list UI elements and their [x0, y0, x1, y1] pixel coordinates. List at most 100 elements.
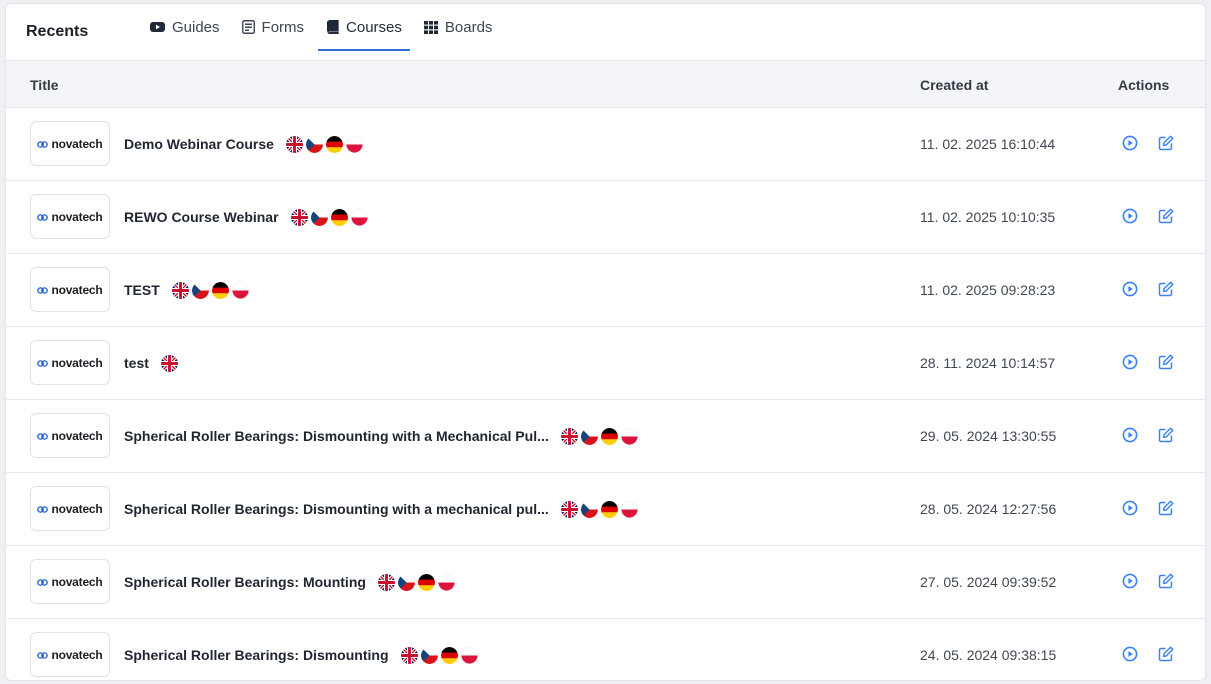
brand-name: novatech — [51, 428, 103, 443]
course-title[interactable]: TEST — [124, 282, 160, 298]
flag-cz-icon — [310, 208, 328, 226]
edit-icon[interactable] — [1157, 499, 1175, 517]
flag-pl-icon — [350, 208, 368, 226]
created-at: 11. 02. 2025 09:28:23 — [920, 282, 1056, 298]
flag-gb-icon — [160, 354, 178, 372]
tab-label: Boards — [444, 18, 493, 36]
flag-gb-icon — [285, 135, 303, 153]
course-title[interactable]: Spherical Roller Bearings: Mounting — [124, 574, 366, 590]
brand-logo-icon — [37, 575, 49, 589]
flag-pl-icon — [437, 573, 455, 591]
play-icon[interactable] — [1121, 572, 1139, 590]
play-icon[interactable] — [1121, 280, 1139, 298]
flag-de-icon — [325, 135, 343, 153]
table-row[interactable]: novatech test 28. 11. 2024 10:14:57 — [6, 327, 1205, 400]
tab-label: Courses — [346, 18, 402, 36]
course-thumbnail: novatech — [30, 559, 110, 604]
edit-icon[interactable] — [1157, 134, 1175, 152]
edit-icon[interactable] — [1157, 645, 1175, 663]
tab-guides[interactable]: Guides — [142, 5, 228, 51]
flag-pl-icon — [460, 646, 478, 664]
course-list: novatech Demo Webinar Course 11. 02. 2025 … — [6, 108, 1205, 680]
table-row[interactable]: novatech Spherical Roller Bearings: Mount… — [6, 546, 1205, 619]
table-row[interactable]: novatech Spherical Roller Bearings: Dismo… — [6, 619, 1205, 680]
page-title: Recents — [26, 23, 89, 40]
flag-cz-icon — [580, 427, 598, 445]
column-actions: Actions — [1118, 77, 1170, 93]
flag-gb-icon — [171, 281, 189, 299]
course-title-cell: test — [124, 327, 178, 399]
course-thumbnail: novatech — [30, 486, 110, 531]
flag-cz-icon — [191, 281, 209, 299]
flag-cz-icon — [420, 646, 438, 664]
tab-courses[interactable]: Courses — [318, 5, 410, 51]
language-flags — [171, 281, 249, 299]
play-icon[interactable] — [1121, 207, 1139, 225]
brand-name: novatech — [51, 209, 103, 224]
course-thumbnail: novatech — [30, 413, 110, 458]
course-title[interactable]: Demo Webinar Course — [124, 136, 274, 152]
course-title-cell: Demo Webinar Course — [124, 108, 363, 180]
flag-gb-icon — [377, 573, 395, 591]
tab-bar: Guides Forms Courses Boards — [142, 4, 506, 60]
flag-cz-icon — [580, 500, 598, 518]
column-title[interactable]: Title — [30, 77, 59, 93]
flag-pl-icon — [345, 135, 363, 153]
edit-icon[interactable] — [1157, 426, 1175, 444]
course-title[interactable]: test — [124, 355, 149, 371]
table-row[interactable]: novatech TEST 11. 02. 2025 09:28:23 — [6, 254, 1205, 327]
brand-logo-icon — [37, 356, 49, 370]
course-title[interactable]: REWO Course Webinar — [124, 209, 279, 225]
created-at: 28. 11. 2024 10:14:57 — [920, 355, 1056, 371]
brand-logo-icon — [37, 429, 49, 443]
play-icon[interactable] — [1121, 499, 1139, 517]
flag-de-icon — [417, 573, 435, 591]
brand-logo-icon — [37, 137, 49, 151]
tab-label: Forms — [261, 18, 305, 36]
brand-logo-icon — [37, 210, 49, 224]
flag-de-icon — [440, 646, 458, 664]
play-icon[interactable] — [1121, 134, 1139, 152]
course-title-cell: Spherical Roller Bearings: Dismounting w… — [124, 473, 638, 545]
brand-logo-icon — [37, 502, 49, 516]
tab-boards[interactable]: Boards — [416, 5, 501, 51]
table-row[interactable]: novatech Demo Webinar Course 11. 02. 2025 … — [6, 108, 1205, 181]
flag-de-icon — [330, 208, 348, 226]
tab-label: Guides — [172, 18, 220, 36]
language-flags — [560, 500, 638, 518]
flag-de-icon — [211, 281, 229, 299]
language-flags — [377, 573, 455, 591]
brand-name: novatech — [51, 136, 103, 151]
course-thumbnail: novatech — [30, 632, 110, 677]
course-title[interactable]: Spherical Roller Bearings: Dismounting w… — [124, 501, 549, 517]
course-title[interactable]: Spherical Roller Bearings: Dismounting w… — [124, 428, 549, 444]
table-row[interactable]: novatech REWO Course Webinar 11. 02. 2025 … — [6, 181, 1205, 254]
column-created-at[interactable]: Created at — [920, 77, 988, 93]
tab-forms[interactable]: Forms — [234, 5, 313, 51]
table-row[interactable]: novatech Spherical Roller Bearings: Dismo… — [6, 400, 1205, 473]
edit-icon[interactable] — [1157, 280, 1175, 298]
flag-de-icon — [600, 427, 618, 445]
created-at: 11. 02. 2025 16:10:44 — [920, 136, 1056, 152]
edit-icon[interactable] — [1157, 207, 1175, 225]
edit-icon[interactable] — [1157, 572, 1175, 590]
course-title[interactable]: Spherical Roller Bearings: Dismounting — [124, 647, 389, 663]
flag-gb-icon — [560, 500, 578, 518]
flag-pl-icon — [620, 427, 638, 445]
grid-icon — [423, 20, 438, 34]
course-title-cell: Spherical Roller Bearings: Mounting — [124, 546, 455, 618]
edit-icon[interactable] — [1157, 353, 1175, 371]
recents-card: Recents Guides Forms Courses Boards Title C… — [5, 3, 1206, 681]
created-at: 24. 05. 2024 09:38:15 — [920, 647, 1057, 663]
course-title-cell: REWO Course Webinar — [124, 181, 368, 253]
brand-name: novatech — [51, 574, 103, 589]
play-icon[interactable] — [1121, 426, 1139, 444]
language-flags — [160, 354, 178, 372]
table-row[interactable]: novatech Spherical Roller Bearings: Dismo… — [6, 473, 1205, 546]
youtube-icon — [150, 21, 165, 33]
created-at: 29. 05. 2024 13:30:55 — [920, 428, 1057, 444]
flag-pl-icon — [620, 500, 638, 518]
play-icon[interactable] — [1121, 645, 1139, 663]
play-icon[interactable] — [1121, 353, 1139, 371]
brand-name: novatech — [51, 355, 103, 370]
